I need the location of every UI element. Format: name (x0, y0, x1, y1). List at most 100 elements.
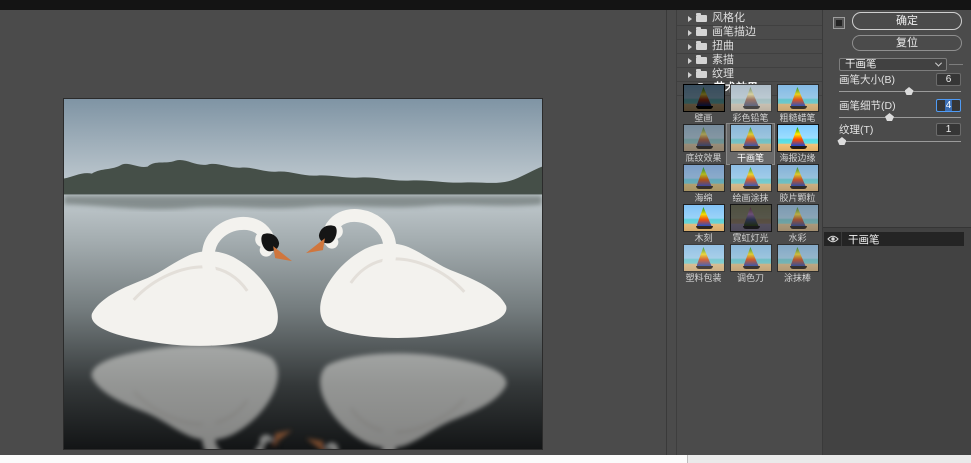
filter-thumbnail[interactable]: 底纹效果 (680, 124, 727, 164)
ok-button[interactable]: 确定 (852, 12, 962, 30)
reset-button[interactable]: 复位 (852, 35, 962, 51)
filter-thumbnail-label: 涂抹棒 (774, 273, 821, 283)
filter-thumbnail[interactable]: 绘画涂抹 (727, 164, 774, 204)
filter-thumbnail-label: 壁画 (680, 113, 727, 123)
filter-category[interactable]: 扭曲 (677, 40, 822, 54)
filter-category-label: 纹理 (712, 68, 734, 81)
folder-icon (696, 29, 707, 36)
effect-layer-row[interactable]: 干画笔 (824, 232, 964, 246)
selected-text: 4 (945, 100, 953, 111)
param-slider[interactable] (839, 91, 961, 92)
filter-thumbnail[interactable]: 壁画 (680, 84, 727, 124)
slider-thumb[interactable] (837, 137, 846, 145)
filter-thumbnail[interactable]: 涂抹棒 (774, 244, 821, 284)
filter-thumbnail[interactable]: 彩色铅笔 (727, 84, 774, 124)
eye-icon (827, 235, 839, 243)
param-label: 画笔大小(B) (839, 72, 895, 87)
filter-thumbnail-grid: 壁画彩色铅笔粗糙蜡笔底纹效果干画笔海报边缘海绵绘画涂抹胶片颗粒木刻霓虹灯光水彩塑… (680, 84, 822, 284)
filter-thumbnail[interactable]: 粗糙蜡笔 (774, 84, 821, 124)
filter-list-panel: 风格化画笔描边扭曲素描纹理艺术效果 壁画彩色铅笔粗糙蜡笔底纹效果干画笔海报边缘海… (677, 10, 822, 455)
chevron-right-icon (688, 44, 692, 50)
preview-image[interactable] (63, 98, 543, 450)
filter-preview-icon (777, 124, 819, 152)
filter-preview-icon (683, 84, 725, 112)
visibility-toggle[interactable] (824, 232, 842, 246)
filter-thumbnail[interactable]: 木刻 (680, 204, 727, 244)
chevron-right-icon (688, 30, 692, 36)
filter-thumbnail[interactable]: 霓虹灯光 (727, 204, 774, 244)
filter-category-label: 素描 (712, 54, 734, 67)
filter-category-label: 画笔描边 (712, 26, 756, 39)
param-slider[interactable] (839, 141, 961, 142)
filter-thumbnail[interactable]: 胶片颗粒 (774, 164, 821, 204)
filter-preview-icon (777, 204, 819, 232)
filter-category-label: 风格化 (712, 12, 745, 25)
folder-icon (696, 15, 707, 22)
filter-thumbnail-label: 木刻 (680, 233, 727, 243)
param-label: 画笔细节(D) (839, 98, 896, 113)
filter-thumbnail-label: 调色刀 (727, 273, 774, 283)
filter-select-dropdown[interactable]: 干画笔 (839, 58, 947, 71)
param-label: 纹理(T) (839, 122, 873, 137)
filter-thumbnail-label: 塑料包装 (680, 273, 727, 283)
filter-thumbnail-label: 粗糙蜡笔 (774, 113, 821, 123)
filter-preview-icon (683, 124, 725, 152)
param-value-input[interactable]: 4 (936, 99, 961, 112)
slider-thumb[interactable] (905, 87, 914, 95)
folder-icon (696, 43, 707, 50)
filter-category[interactable]: 素描 (677, 54, 822, 68)
filter-preview-icon (777, 84, 819, 112)
bottom-cutoff-strip (0, 455, 971, 463)
dialog-body: 风格化画笔描边扭曲素描纹理艺术效果 壁画彩色铅笔粗糙蜡笔底纹效果干画笔海报边缘海… (0, 10, 971, 455)
filter-thumbnail[interactable]: 海报边缘 (774, 124, 821, 164)
filter-thumbnail[interactable]: 塑料包装 (680, 244, 727, 284)
filter-thumbnail[interactable]: 水彩 (774, 204, 821, 244)
filter-preview-icon (683, 164, 725, 192)
filter-thumbnail[interactable]: 干画笔 (727, 124, 774, 164)
param-slider[interactable] (839, 117, 961, 118)
toggle-thumbnails-button[interactable] (833, 17, 845, 29)
param-value-input[interactable]: 6 (936, 73, 961, 86)
parameter-head: 画笔大小(B) 6 (839, 73, 961, 86)
filter-thumbnail-label: 霓虹灯光 (727, 233, 774, 243)
preview-pane (0, 10, 666, 455)
panel-divider (666, 10, 667, 455)
chevron-right-icon (688, 16, 692, 22)
filter-thumbnail-label: 胶片颗粒 (774, 193, 821, 203)
filter-preview-icon (730, 84, 772, 112)
chevron-right-icon (688, 58, 692, 64)
filter-thumbnail-label: 水彩 (774, 233, 821, 243)
slider-thumb[interactable] (885, 113, 894, 121)
folder-icon (696, 71, 707, 78)
filter-category-label: 扭曲 (712, 40, 734, 53)
parameter-head: 纹理(T) 1 (839, 123, 961, 136)
filter-select-value: 干画笔 (845, 59, 936, 70)
filter-category[interactable]: 画笔描边 (677, 26, 822, 40)
filter-preview-icon (683, 204, 725, 232)
double-chevron-icon (836, 20, 842, 26)
filter-thumbnail-label: 绘画涂抹 (727, 193, 774, 203)
swans-lake-image (64, 99, 542, 449)
folder-icon (696, 57, 707, 64)
param-value-input[interactable]: 1 (936, 123, 961, 136)
parameter-group: 画笔大小(B) 6 (839, 73, 961, 97)
filter-thumbnail[interactable]: 调色刀 (727, 244, 774, 284)
filter-thumbnail[interactable]: 海绵 (680, 164, 727, 204)
chevron-down-icon (935, 60, 942, 67)
filter-thumbnail-label: 海绵 (680, 193, 727, 203)
filter-category[interactable]: 纹理 (677, 68, 822, 82)
filter-thumbnail-label: 干画笔 (727, 153, 774, 163)
filter-preview-icon (683, 244, 725, 272)
parameter-group: 画笔细节(D) 4 (839, 99, 961, 123)
chevron-right-icon (688, 72, 692, 78)
bottom-cutoff-right (687, 455, 971, 463)
effect-layer-label: 干画笔 (842, 232, 880, 247)
filter-preview-icon (730, 124, 772, 152)
filter-category[interactable]: 风格化 (677, 12, 822, 26)
filter-preview-icon (730, 204, 772, 232)
filter-thumbnail-label: 彩色铅笔 (727, 113, 774, 123)
filter-preview-icon (730, 164, 772, 192)
filter-thumbnail-label: 底纹效果 (680, 153, 727, 163)
filter-preview-icon (777, 164, 819, 192)
filter-thumbnail-label: 海报边缘 (774, 153, 821, 163)
